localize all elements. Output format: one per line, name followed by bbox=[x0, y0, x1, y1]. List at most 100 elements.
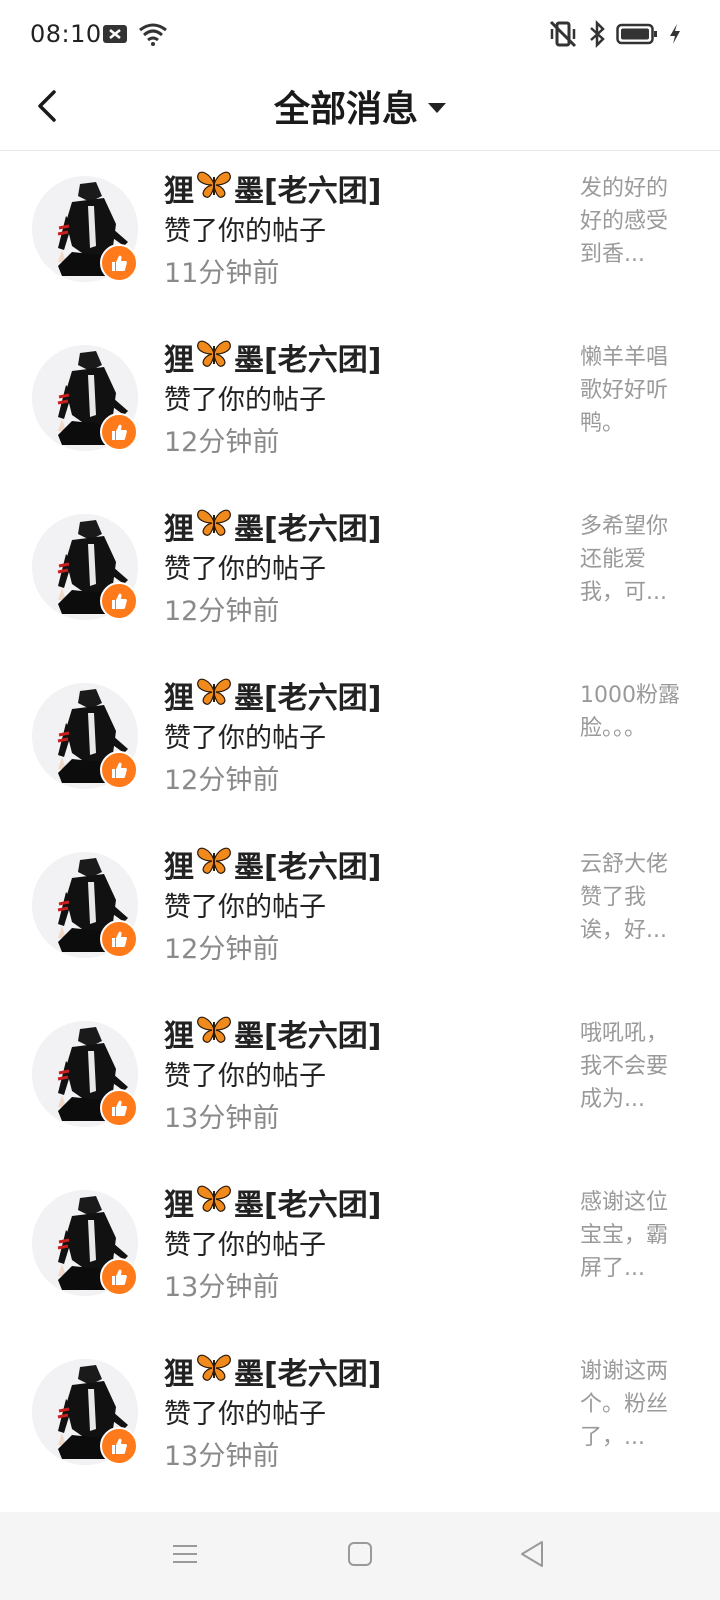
action-text: 赞了你的帖子 bbox=[164, 385, 326, 416]
butterfly-icon bbox=[194, 169, 234, 207]
butterfly-icon bbox=[194, 1183, 234, 1221]
action-text: 赞了你的帖子 bbox=[164, 1230, 326, 1261]
page-title: 全部消息 bbox=[273, 89, 418, 130]
avatar-container[interactable] bbox=[32, 1359, 138, 1465]
action-text: 赞了你的帖子 bbox=[164, 892, 326, 923]
timestamp: 11分钟前 bbox=[164, 258, 280, 289]
avatar-container[interactable] bbox=[32, 1021, 138, 1127]
header-bar: 全部消息 bbox=[0, 72, 720, 151]
vibrate-icon bbox=[548, 20, 578, 52]
timestamp: 13分钟前 bbox=[164, 1441, 280, 1472]
butterfly-icon bbox=[194, 845, 234, 883]
avatar-container[interactable] bbox=[32, 683, 138, 789]
dropdown-arrow-icon bbox=[428, 103, 446, 113]
like-badge-icon bbox=[100, 920, 138, 958]
action-text: 赞了你的帖子 bbox=[164, 1061, 326, 1092]
sender-name-part1: 狸 bbox=[164, 1019, 194, 1054]
post-preview[interactable]: 云舒大佬赞了我诶，好... bbox=[580, 848, 684, 947]
sender-name[interactable]: 狸 墨[老六团] bbox=[164, 1349, 381, 1393]
avatar-container[interactable] bbox=[32, 176, 138, 282]
sender-name-part2: 墨[老六团] bbox=[234, 512, 382, 547]
sender-name[interactable]: 狸 墨[老六团] bbox=[164, 504, 381, 548]
sender-name-part1: 狸 bbox=[164, 850, 194, 885]
home-button[interactable] bbox=[340, 1536, 380, 1576]
status-bar: 08:10 bbox=[0, 0, 720, 72]
menu-button[interactable] bbox=[165, 1536, 205, 1576]
message-item[interactable]: 狸 墨[老六团] 赞了你的帖子 12分钟前 懒羊羊唱歌好好听鸭。 bbox=[0, 319, 720, 488]
message-item[interactable]: 狸 墨[老六团] 赞了你的帖子 12分钟前 云舒大佬赞了我诶，好... bbox=[0, 826, 720, 995]
post-preview[interactable]: 1000粉露脸。。。 bbox=[580, 679, 684, 745]
message-item[interactable]: 狸 墨[老六团] 赞了你的帖子 12分钟前 多希望你还能爱我，可... bbox=[0, 488, 720, 657]
butterfly-icon bbox=[194, 338, 234, 376]
timestamp: 12分钟前 bbox=[164, 427, 280, 458]
sender-name-part1: 狸 bbox=[164, 174, 194, 209]
action-text: 赞了你的帖子 bbox=[164, 554, 326, 585]
like-badge-icon bbox=[100, 582, 138, 620]
battery-icon bbox=[616, 22, 658, 50]
charging-icon bbox=[668, 23, 682, 49]
sender-name[interactable]: 狸 墨[老六团] bbox=[164, 842, 381, 886]
avatar-container[interactable] bbox=[32, 514, 138, 620]
butterfly-icon bbox=[194, 507, 234, 545]
message-item[interactable]: 狸 墨[老六团] 赞了你的帖子 11分钟前 发的好的好的感受到香... bbox=[0, 150, 720, 319]
action-text: 赞了你的帖子 bbox=[164, 723, 326, 754]
like-badge-icon bbox=[100, 751, 138, 789]
sender-name-part1: 狸 bbox=[164, 512, 194, 547]
butterfly-icon bbox=[194, 676, 234, 714]
post-preview[interactable]: 多希望你还能爱我，可... bbox=[580, 510, 684, 609]
menu-icon bbox=[171, 1542, 199, 1570]
sender-name[interactable]: 狸 墨[老六团] bbox=[164, 1180, 381, 1224]
message-item[interactable]: 狸 墨[老六团] 赞了你的帖子 13分钟前 感谢这位宝宝，霸屏了... bbox=[0, 1164, 720, 1333]
timestamp: 12分钟前 bbox=[164, 934, 280, 965]
sender-name-part2: 墨[老六团] bbox=[234, 681, 382, 716]
home-icon bbox=[346, 1540, 374, 1572]
sender-name-part2: 墨[老六团] bbox=[234, 850, 382, 885]
notification-x-icon bbox=[102, 23, 128, 49]
butterfly-icon bbox=[194, 1014, 234, 1052]
post-preview[interactable]: 谢谢这两个。粉丝了，... bbox=[580, 1355, 684, 1454]
sender-name-part1: 狸 bbox=[164, 1188, 194, 1223]
sender-name[interactable]: 狸 墨[老六团] bbox=[164, 1011, 381, 1055]
bluetooth-icon bbox=[588, 19, 606, 52]
like-badge-icon bbox=[100, 1089, 138, 1127]
post-preview[interactable]: 懒羊羊唱歌好好听鸭。 bbox=[580, 341, 684, 440]
sender-name-part1: 狸 bbox=[164, 681, 194, 716]
action-text: 赞了你的帖子 bbox=[164, 216, 326, 247]
action-text: 赞了你的帖子 bbox=[164, 1399, 326, 1430]
sender-name-part2: 墨[老六团] bbox=[234, 174, 382, 209]
system-nav-bar bbox=[0, 1512, 720, 1600]
sender-name[interactable]: 狸 墨[老六团] bbox=[164, 166, 381, 210]
back-icon bbox=[518, 1539, 546, 1573]
timestamp: 12分钟前 bbox=[164, 596, 280, 627]
message-list: 狸 墨[老六团] 赞了你的帖子 11分钟前 发的好的好的感受到香... 狸 墨[… bbox=[0, 150, 720, 1502]
like-badge-icon bbox=[100, 244, 138, 282]
butterfly-icon bbox=[194, 1352, 234, 1390]
message-item[interactable]: 狸 墨[老六团] 赞了你的帖子 13分钟前 哦吼吼，我不会要成为... bbox=[0, 995, 720, 1164]
post-preview[interactable]: 哦吼吼，我不会要成为... bbox=[580, 1017, 684, 1116]
sender-name[interactable]: 狸 墨[老六团] bbox=[164, 335, 381, 379]
sender-name-part1: 狸 bbox=[164, 1357, 194, 1392]
timestamp: 12分钟前 bbox=[164, 765, 280, 796]
timestamp: 13分钟前 bbox=[164, 1272, 280, 1303]
post-preview[interactable]: 发的好的好的感受到香... bbox=[580, 172, 684, 271]
nav-back-button[interactable] bbox=[512, 1536, 552, 1576]
message-item[interactable]: 狸 墨[老六团] 赞了你的帖子 12分钟前 1000粉露脸。。。 bbox=[0, 657, 720, 826]
sender-name-part2: 墨[老六团] bbox=[234, 1357, 382, 1392]
like-badge-icon bbox=[100, 1258, 138, 1296]
title-dropdown[interactable]: 全部消息 bbox=[0, 80, 720, 132]
like-badge-icon bbox=[100, 1427, 138, 1465]
like-badge-icon bbox=[100, 413, 138, 451]
message-item[interactable]: 狸 墨[老六团] 赞了你的帖子 13分钟前 谢谢这两个。粉丝了，... bbox=[0, 1333, 720, 1502]
sender-name[interactable]: 狸 墨[老六团] bbox=[164, 673, 381, 717]
avatar-container[interactable] bbox=[32, 1190, 138, 1296]
sender-name-part1: 狸 bbox=[164, 343, 194, 378]
timestamp: 13分钟前 bbox=[164, 1103, 280, 1134]
status-time: 08:10 bbox=[30, 20, 102, 48]
post-preview[interactable]: 感谢这位宝宝，霸屏了... bbox=[580, 1186, 684, 1285]
wifi-icon bbox=[138, 22, 168, 50]
sender-name-part2: 墨[老六团] bbox=[234, 343, 382, 378]
avatar-container[interactable] bbox=[32, 852, 138, 958]
sender-name-part2: 墨[老六团] bbox=[234, 1188, 382, 1223]
avatar-container[interactable] bbox=[32, 345, 138, 451]
sender-name-part2: 墨[老六团] bbox=[234, 1019, 382, 1054]
